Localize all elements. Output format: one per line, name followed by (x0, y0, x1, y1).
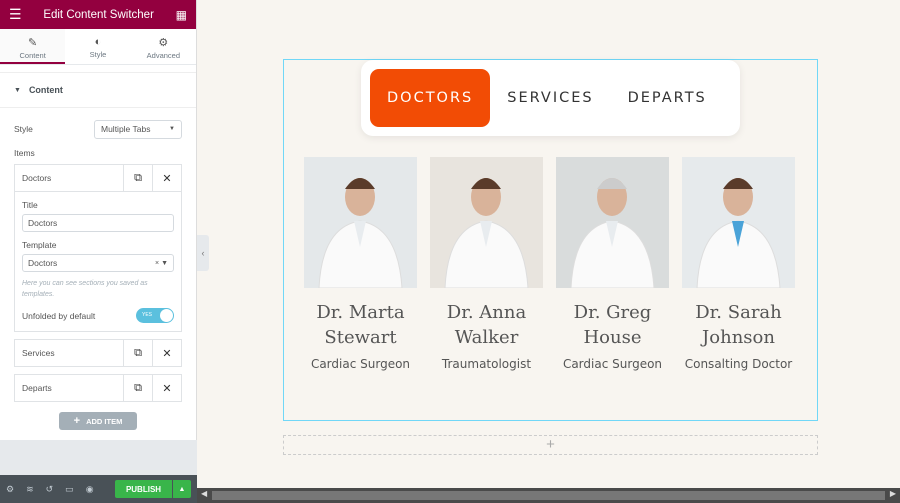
template-value: Doctors (28, 258, 58, 268)
title-label: Title (22, 200, 38, 210)
item-title: Departs (22, 383, 52, 393)
doctor-card: Dr. Greg House Cardiac Surgeon (556, 157, 669, 375)
repeater-item-departs[interactable]: Departs ⧉ ✕ (14, 374, 182, 402)
style-select[interactable]: Multiple Tabs ▼ (94, 119, 182, 139)
item-panel: Title Doctors Template Doctors × ▼ Here y… (14, 192, 182, 332)
horizontal-scrollbar[interactable]: ◀ ▶ (197, 488, 900, 503)
duplicate-icon[interactable]: ⧉ (123, 340, 152, 366)
sidebar-footer: ⚙ ≋ ↺ ▭ ◉ PUBLISH ▲ (0, 475, 197, 503)
tab-label: Content (19, 51, 46, 60)
section-content-toggle[interactable]: ▼ Content (0, 72, 196, 108)
item-title: Services (22, 348, 55, 358)
doctor-photo (682, 157, 795, 288)
sidebar-spacer (0, 440, 197, 475)
doctor-role: Cardiac Surgeon (310, 357, 411, 371)
pencil-icon: ✎ (28, 37, 38, 49)
doctor-role: Traumatologist (441, 357, 532, 371)
caret-down-icon: ▼ (14, 86, 21, 94)
toggle-text: YES (142, 312, 153, 318)
add-item-button[interactable]: + ADD ITEM (59, 412, 137, 430)
items-label: Items (14, 148, 35, 158)
plus-icon[interactable]: + (546, 436, 555, 453)
doctor-photo (430, 157, 543, 288)
doctor-name: Dr. Marta Stewart (316, 302, 405, 348)
switcher-tab-services[interactable]: SERVICES (490, 69, 610, 127)
doctor-card: Dr. Sarah Johnson Consalting Doctor (682, 157, 795, 375)
template-hint: Here you can see sections you saved as t… (22, 280, 148, 298)
doctor-role: Cardiac Surgeon (562, 357, 663, 371)
plus-icon: + (73, 415, 81, 427)
scroll-left-icon[interactable]: ◀ (201, 489, 207, 498)
item-title: Doctors (22, 173, 52, 183)
close-icon[interactable]: ✕ (152, 375, 181, 401)
title-value: Doctors (28, 218, 58, 228)
duplicate-icon[interactable]: ⧉ (123, 165, 152, 191)
style-label: Style (14, 124, 33, 134)
clear-caret-icon[interactable]: × ▼ (155, 260, 168, 267)
editor-sidebar: ☰ Edit Content Switcher ▦ ✎ Content ◐ Styl… (0, 0, 197, 503)
sidebar-header: ☰ Edit Content Switcher ▦ (0, 0, 196, 29)
doctor-photo-figure (318, 178, 403, 288)
close-icon[interactable]: ✕ (152, 340, 181, 366)
section-title: Content (28, 85, 63, 95)
unfold-label: Unfolded by default (22, 310, 96, 321)
layers-icon[interactable]: ≋ (26, 484, 34, 495)
tab-content[interactable]: ✎ Content (0, 29, 66, 64)
content-switcher-widget[interactable]: DOCTORS SERVICES DEPARTS Dr. Marta Stewa… (283, 59, 818, 421)
add-item-label: ADD ITEM (86, 416, 123, 426)
tab-label: Style (89, 50, 107, 59)
scroll-right-icon[interactable]: ▶ (890, 489, 896, 498)
style-value: Multiple Tabs (101, 124, 151, 134)
doctor-photo-figure (696, 178, 781, 288)
add-section-area[interactable]: + (283, 435, 818, 455)
doctor-photo-figure (570, 178, 655, 288)
scrollbar-thumb[interactable] (212, 491, 885, 500)
gear-icon: ⚙ (158, 37, 169, 49)
doctor-photo-figure (444, 178, 529, 288)
doctor-photo (556, 157, 669, 288)
doctor-name: Dr. Sarah Johnson (695, 302, 782, 348)
switcher-tabs: DOCTORS SERVICES DEPARTS (361, 60, 740, 136)
template-select[interactable]: Doctors × ▼ (22, 254, 174, 272)
doctor-name: Dr. Greg House (573, 302, 652, 348)
doctor-card: Dr. Anna Walker Traumatologist (430, 157, 543, 375)
publish-options-caret-icon[interactable]: ▲ (173, 480, 191, 498)
template-label: Template (22, 240, 57, 250)
duplicate-icon[interactable]: ⧉ (123, 375, 152, 401)
doctor-card: Dr. Marta Stewart Cardiac Surgeon (304, 157, 417, 375)
tab-label: Advanced (146, 51, 180, 60)
publish-button[interactable]: PUBLISH (115, 480, 172, 498)
sidebar-title: Edit Content Switcher (43, 8, 154, 21)
preview-eye-icon[interactable]: ◉ (86, 484, 94, 495)
close-icon[interactable]: ✕ (152, 165, 181, 191)
title-input[interactable]: Doctors (22, 214, 174, 232)
history-icon[interactable]: ↺ (46, 484, 54, 495)
contrast-icon: ◐ (94, 36, 102, 48)
switcher-tab-departs[interactable]: DEPARTS (611, 69, 724, 127)
settings-icon[interactable]: ⚙ (6, 484, 14, 495)
doctor-name: Dr. Anna Walker (446, 302, 527, 348)
repeater-item-doctors[interactable]: Doctors ⧉ ✕ (14, 164, 182, 192)
caret-down-icon: ▼ (169, 126, 175, 132)
responsive-icon[interactable]: ▭ (65, 484, 74, 495)
hamburger-menu-icon[interactable]: ☰ (9, 6, 22, 23)
tab-style[interactable]: ◐ Style (65, 29, 130, 64)
collapse-panel-chevron-icon[interactable]: ‹ (197, 235, 209, 271)
switcher-tab-doctors[interactable]: DOCTORS (370, 69, 491, 127)
apps-grid-icon[interactable]: ▦ (176, 8, 187, 22)
repeater-item-services[interactable]: Services ⧉ ✕ (14, 339, 182, 367)
tab-advanced[interactable]: ⚙ Advanced (131, 29, 196, 64)
doctor-photo (304, 157, 417, 288)
unfold-toggle[interactable]: YES (136, 308, 174, 323)
doctor-role: Consalting Doctor (684, 357, 793, 371)
